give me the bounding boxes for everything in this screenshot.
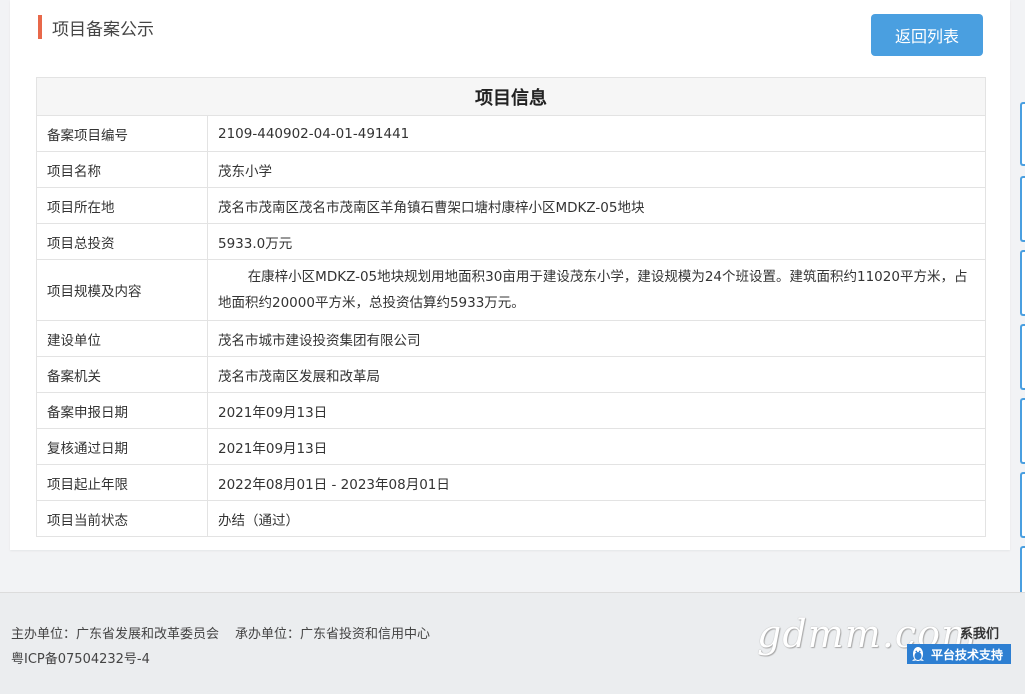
row-label: 项目名称 — [36, 151, 208, 188]
footer-sponsors: 主办单位：广东省发展和改革委员会 承办单位：广东省投资和信用中心 — [11, 623, 430, 642]
table-row: 备案申报日期 2021年09月13日 — [36, 392, 986, 429]
project-scope-text: 在康梓小区MDKZ-05地块规划用地面积30亩用于建设茂东小学，建设规模为24个… — [218, 269, 968, 311]
table-row: 项目当前状态 办结（通过） — [36, 500, 986, 537]
project-info-table: 项目信息 备案项目编号 2109-440902-04-01-491441 项目名… — [36, 77, 986, 537]
side-float-tab[interactable] — [1020, 398, 1025, 464]
table-row: 建设单位 茂名市城市建设投资集团有限公司 — [36, 320, 986, 357]
table-row: 备案项目编号 2109-440902-04-01-491441 — [36, 115, 986, 152]
row-label: 项目所在地 — [36, 187, 208, 224]
row-value: 2022年08月01日 - 2023年08月01日 — [207, 464, 986, 501]
row-value: 5933.0万元 — [207, 223, 986, 260]
row-value: 茂名市茂南区发展和改革局 — [207, 356, 986, 393]
footer-organizer: 承办单位：广东省投资和信用中心 — [235, 627, 431, 642]
side-float-tab[interactable] — [1020, 102, 1025, 166]
row-label: 备案申报日期 — [36, 392, 208, 429]
tech-support-button[interactable]: 平台技术支持 — [907, 644, 1011, 664]
row-value: 2021年09月13日 — [207, 428, 986, 465]
table-header-row: 项目信息 — [36, 77, 986, 116]
row-value: 办结（通过） — [207, 500, 986, 537]
row-label: 备案项目编号 — [36, 115, 208, 152]
row-value: 在康梓小区MDKZ-05地块规划用地面积30亩用于建设茂东小学，建设规模为24个… — [207, 259, 986, 321]
row-value: 2021年09月13日 — [207, 392, 986, 429]
row-label: 项目当前状态 — [36, 500, 208, 537]
side-float-tab[interactable] — [1020, 250, 1025, 316]
table-row: 项目名称 茂东小学 — [36, 151, 986, 188]
row-value: 茂名市茂南区茂名市茂南区羊角镇石曹架口塘村康梓小区MDKZ-05地块 — [207, 187, 986, 224]
page-title: 项目备案公示 — [52, 19, 154, 40]
table-row: 项目所在地 茂名市茂南区茂名市茂南区羊角镇石曹架口塘村康梓小区MDKZ-05地块 — [36, 187, 986, 224]
table-row: 备案机关 茂名市茂南区发展和改革局 — [36, 356, 986, 393]
row-value: 茂名市城市建设投资集团有限公司 — [207, 320, 986, 357]
table-header: 项目信息 — [36, 77, 986, 116]
row-label: 项目总投资 — [36, 223, 208, 260]
row-label: 项目起止年限 — [36, 464, 208, 501]
row-label: 备案机关 — [36, 356, 208, 393]
contact-us-link[interactable]: 系我们 — [960, 623, 999, 642]
row-value: 2109-440902-04-01-491441 — [207, 115, 986, 152]
row-value: 茂东小学 — [207, 151, 986, 188]
table-row: 复核通过日期 2021年09月13日 — [36, 428, 986, 465]
row-label: 项目规模及内容 — [36, 259, 208, 321]
table-row: 项目起止年限 2022年08月01日 - 2023年08月01日 — [36, 464, 986, 501]
table-row: 项目总投资 5933.0万元 — [36, 223, 986, 260]
side-float-tab[interactable] — [1020, 472, 1025, 538]
support-label: 平台技术支持 — [931, 647, 1004, 662]
title-accent-bar — [38, 15, 42, 39]
row-label: 建设单位 — [36, 320, 208, 357]
table-row: 项目规模及内容 在康梓小区MDKZ-05地块规划用地面积30亩用于建设茂东小学，… — [36, 259, 986, 321]
side-float-tab[interactable] — [1020, 324, 1025, 390]
side-float-tab[interactable] — [1020, 176, 1025, 242]
footer-host: 主办单位：广东省发展和改革委员会 — [11, 627, 220, 642]
qq-penguin-icon — [912, 647, 924, 661]
row-label: 复核通过日期 — [36, 428, 208, 465]
section-header: 项目备案公示 — [38, 14, 154, 40]
back-to-list-button[interactable]: 返回列表 — [871, 14, 983, 56]
footer-icp[interactable]: 粤ICP备07504232号-4 — [11, 648, 150, 667]
